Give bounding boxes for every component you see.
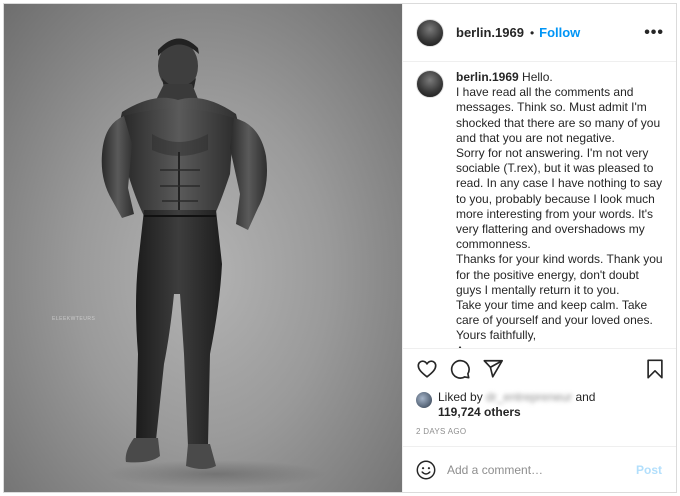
post-sidebar: berlin.1969 • Follow ••• berlin.1969 Hel…	[402, 4, 676, 492]
likes-text: Liked by dr_entrepreneur and 119,724 oth…	[438, 390, 595, 420]
comment-input[interactable]	[447, 462, 636, 477]
likes-summary: Liked by dr_entrepreneur and 119,724 oth…	[403, 388, 676, 422]
bookmark-icon[interactable]	[644, 358, 666, 380]
caption-author-avatar[interactable]	[416, 70, 444, 98]
heart-icon[interactable]	[416, 358, 438, 380]
paper-plane-icon[interactable]	[482, 358, 504, 380]
author-avatar[interactable]	[416, 18, 444, 47]
post-header: berlin.1969 • Follow •••	[403, 4, 676, 62]
caption-body: Hello. I have read all the comments and …	[456, 70, 663, 348]
follow-button[interactable]: Follow	[539, 25, 580, 40]
photo-watermark: ELEEKWTEURS	[52, 316, 96, 322]
author-username[interactable]: berlin.1969	[456, 25, 524, 40]
caption-username[interactable]: berlin.1969	[456, 70, 519, 84]
post-timestamp[interactable]: 2 DAYS AGO	[403, 422, 676, 446]
liker-avatar[interactable]	[416, 392, 432, 408]
liked-by-label: Liked by	[438, 390, 483, 404]
likes-and-label: and	[575, 390, 596, 404]
likes-count[interactable]: 119,724 others	[438, 405, 521, 419]
smiley-icon[interactable]	[415, 459, 437, 481]
header-separator: •	[529, 25, 535, 40]
post-photo[interactable]: ELEEKWTEURS	[4, 4, 402, 492]
post-dialog: ELEEKWTEURS berlin.1969 • Follow ••• ber…	[3, 3, 677, 493]
liker-username[interactable]: dr_entrepreneur	[486, 390, 572, 405]
man-figure-illustration	[101, 38, 326, 488]
caption-text: berlin.1969 Hello. I have read all the c…	[456, 70, 664, 348]
more-options-icon[interactable]: •••	[644, 24, 664, 42]
action-bar	[403, 348, 676, 388]
caption-section: berlin.1969 Hello. I have read all the c…	[403, 62, 676, 348]
post-comment-button[interactable]: Post	[636, 463, 662, 477]
speech-bubble-icon[interactable]	[449, 358, 471, 380]
comment-composer: Post	[403, 446, 676, 492]
